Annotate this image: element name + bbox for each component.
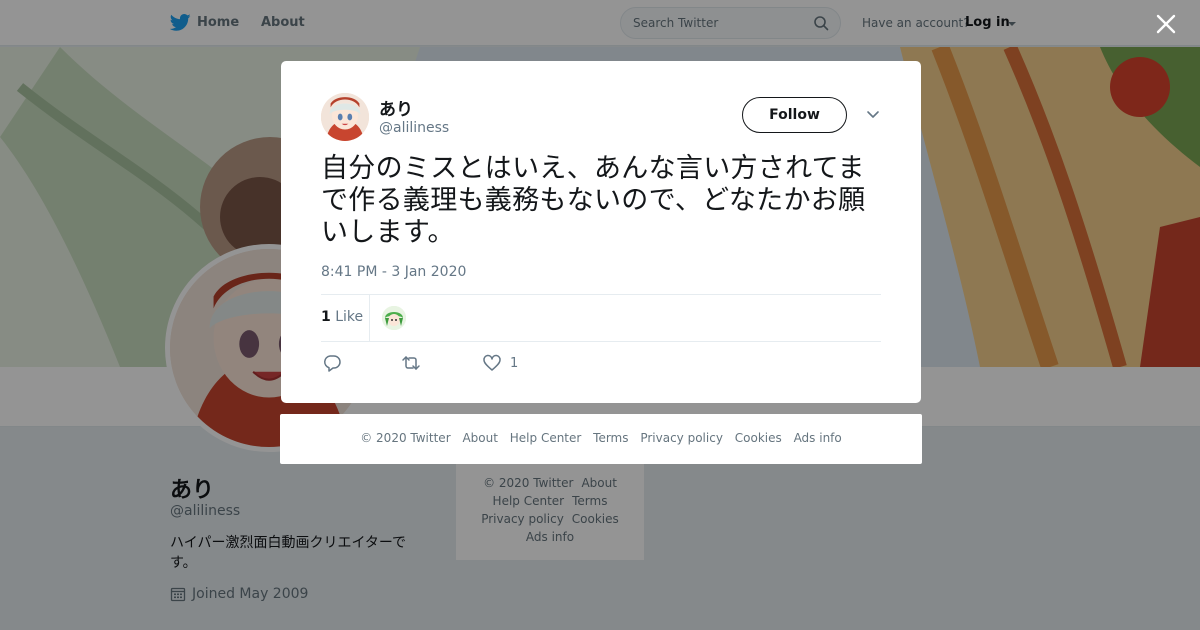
tweet-modal: あり @aliliness Follow 自分のミスとはいえ、あんな言い方されて…: [281, 61, 921, 403]
footer-copyright: © 2020 Twitter: [360, 431, 451, 445]
tweet-text: 自分のミスとはいえ、あんな言い方されてまで作る義理も義務もないので、どなたかお願…: [321, 153, 866, 248]
liker-avatar[interactable]: [382, 306, 406, 330]
close-icon[interactable]: [1155, 13, 1177, 35]
like-stat-label: Like: [335, 309, 364, 325]
footer-cookies-link[interactable]: Cookies: [735, 431, 782, 445]
heart-icon: [483, 354, 501, 371]
tweet-timestamp[interactable]: 8:41 PM - 3 Jan 2020: [321, 264, 466, 280]
liker-avatar-illustration: [382, 306, 406, 330]
stats-divider-top: [321, 294, 881, 295]
tweet-author-handle[interactable]: @aliliness: [379, 120, 449, 136]
footer-about-link[interactable]: About: [462, 431, 497, 445]
footer-help-link[interactable]: Help Center: [510, 431, 582, 445]
reply-icon: [323, 355, 341, 372]
like-stat[interactable]: 1 Like: [321, 309, 363, 325]
author-avatar-illustration: [321, 93, 369, 141]
modal-footer: © 2020 Twitter About Help Center Terms P…: [280, 414, 922, 464]
like-stat-count: 1: [321, 309, 331, 325]
footer-ads-link[interactable]: Ads info: [794, 431, 842, 445]
footer-terms-link[interactable]: Terms: [593, 431, 628, 445]
stats-divider-bottom: [321, 341, 881, 342]
like-action-count: 1: [510, 355, 519, 371]
footer-privacy-link[interactable]: Privacy policy: [640, 431, 723, 445]
retweet-icon: [402, 356, 420, 370]
reply-action[interactable]: [322, 353, 342, 373]
follow-button[interactable]: Follow: [742, 97, 847, 133]
tweet-author-avatar[interactable]: [321, 93, 369, 141]
stats-vertical-divider: [369, 295, 370, 341]
retweet-action[interactable]: [401, 353, 421, 373]
like-action[interactable]: 1: [482, 353, 518, 373]
chevron-down-icon[interactable]: [866, 110, 880, 120]
tweet-author-name[interactable]: あり: [379, 95, 413, 120]
